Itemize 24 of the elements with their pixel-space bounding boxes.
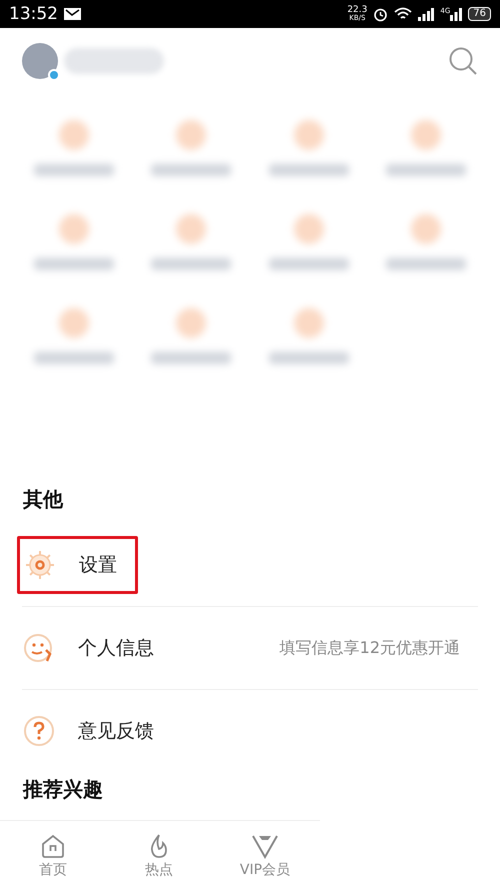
signal-icon	[450, 8, 462, 20]
clock-text: 13:52	[9, 6, 58, 22]
menu-item-hint: 填写信息享12元优惠开通	[280, 637, 460, 659]
alarm-icon	[373, 6, 388, 22]
section-title: 推荐兴趣	[23, 776, 104, 803]
badge-icon	[48, 69, 60, 81]
home-icon	[40, 833, 66, 859]
speed-text: 22.3	[347, 6, 368, 15]
bowtie-icon	[251, 833, 279, 859]
menu-item-label: 个人信息	[78, 636, 154, 661]
menu-item-label: 意见反馈	[78, 718, 154, 744]
avatar[interactable]	[22, 43, 58, 79]
signal-icon	[418, 8, 434, 20]
menu-item[interactable]: 设置	[17, 536, 138, 594]
menu-item[interactable]: 意见反馈	[22, 714, 154, 748]
gear-icon	[23, 548, 57, 582]
menu-item[interactable]: 个人信息	[22, 631, 154, 665]
question-icon	[22, 714, 56, 748]
wifi-icon	[394, 7, 412, 21]
section-title: 其他	[23, 487, 63, 511]
search-icon[interactable]	[448, 46, 478, 76]
menu-item-label: 设置	[79, 552, 117, 578]
battery-indicator: 76	[468, 7, 491, 21]
message-icon	[64, 8, 81, 20]
